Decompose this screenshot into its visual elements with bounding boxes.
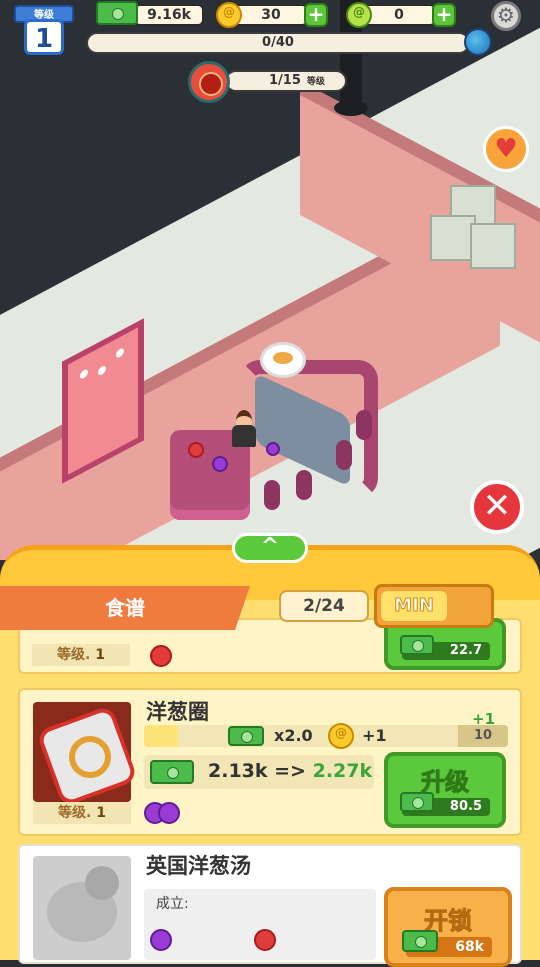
recipe-level: 等级. 1 [32,644,130,666]
cash-multiplier: x2.0 [274,726,313,745]
gem-counter: 0 [362,4,436,26]
add-gems-button[interactable]: + [432,3,456,27]
requirements-label: 成立: [156,896,189,912]
level-text: 等级. [58,805,92,821]
customer-progress-bar: 0/40 [86,32,470,54]
price-next: 2.27k [312,760,373,782]
cash-icon [402,930,438,952]
page-count: 2/24 [279,590,369,622]
onion-soup-image [33,856,131,960]
level-bar-fill [144,725,178,747]
coin-counter: 30 [234,4,308,26]
dish-icon[interactable] [188,61,230,103]
recipe-level-bar: 10 [144,725,508,747]
onion-icon [266,442,280,456]
onion-icon [150,929,172,951]
collapse-panel-button[interactable]: ^ [232,533,308,563]
cash-icon [400,635,434,655]
lamp-pole-base [334,100,368,116]
conveyor-leg [264,480,280,510]
dish-progress: 1/15 等级 [225,70,347,92]
upgrade-button[interactable]: 升级 80.5 [384,752,506,828]
cash-icon [400,792,434,812]
onion-rings-image [33,702,139,808]
level-number: 1 [96,805,106,821]
served-dish [260,342,306,378]
cash-icon [228,726,264,746]
heart-eyes-emoji-icon[interactable]: ♥ [483,126,529,172]
door-knob [80,367,88,381]
recipe-level: 等级. 1 [33,802,131,824]
tomato-icon [254,929,276,951]
box [470,223,516,269]
price-arrow: => [274,760,306,782]
door-knob [98,364,106,377]
level-number: 1 [95,647,105,663]
dish-progress-label: 等级 [306,77,325,87]
min-toggle-button[interactable]: MIN [374,584,494,628]
coin-bonus: +1 [362,726,387,745]
dish-progress-value: 1/15 [269,73,301,88]
close-button[interactable]: ✕ [470,480,524,534]
coin-icon [216,2,242,28]
globe-icon[interactable] [464,28,492,56]
settings-gear-icon[interactable]: ⚙ [491,1,521,31]
conveyor-leg [296,470,312,500]
tomato-icon [150,645,172,667]
max-level: 10 [458,725,508,747]
tomato-icon [188,442,204,458]
tab-recipes[interactable]: 食谱 [0,586,250,630]
cash-icon [96,1,138,25]
add-coins-button[interactable]: + [304,3,328,27]
conveyor-leg [356,410,372,440]
cash-counter: 9.16k [134,4,204,26]
recipe-name: 洋葱圈 [146,700,209,724]
onion-icon [158,802,180,824]
chef [232,425,256,447]
price-change: 2.13k => 2.27k [208,760,372,782]
cash-icon [150,760,194,784]
coin-icon [328,723,354,749]
storage-boxes [430,185,516,275]
unlock-button[interactable]: 开锁 68k [384,887,512,967]
recipe-name: 英国洋葱汤 [146,854,251,878]
price-current: 2.13k [208,760,268,782]
min-label: MIN [381,591,447,621]
gem-icon [346,2,372,28]
player-level-badge[interactable]: 等级 1 [14,5,74,55]
player-level: 1 [24,19,64,55]
level-text: 等级. [57,647,91,663]
door-knob [116,346,124,360]
onion-icon [212,456,228,472]
conveyor-leg [336,440,352,470]
